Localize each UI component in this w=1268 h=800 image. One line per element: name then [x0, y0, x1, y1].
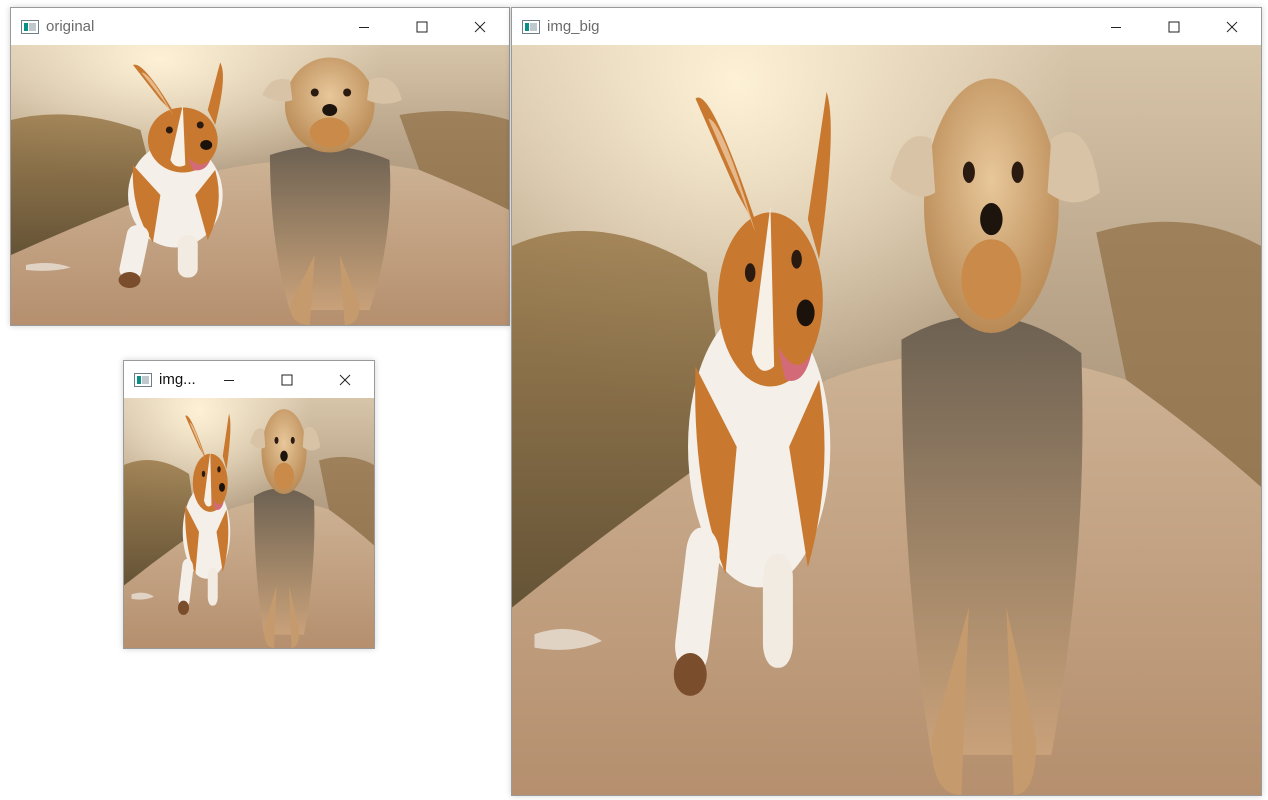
original-image	[11, 45, 509, 325]
two-dogs-running-photo	[124, 398, 374, 648]
close-icon	[474, 21, 486, 32]
opencv-window-icon	[134, 372, 152, 387]
minimize-icon	[224, 379, 234, 381]
minimize-button[interactable]	[335, 8, 393, 45]
small-window-title: img...	[159, 371, 196, 388]
maximize-icon	[416, 21, 428, 32]
two-dogs-running-photo	[11, 45, 509, 325]
small-titlebar[interactable]: img...	[124, 361, 374, 398]
big-titlebar[interactable]: img_big	[512, 8, 1261, 45]
minimize-button[interactable]	[200, 361, 258, 398]
maximize-icon	[1168, 21, 1180, 32]
close-icon	[339, 374, 351, 385]
original-titlebar[interactable]: original	[11, 8, 509, 45]
close-button[interactable]	[1203, 8, 1261, 45]
big-image-window[interactable]: img_big	[511, 7, 1262, 796]
close-button[interactable]	[451, 8, 509, 45]
big-window-title: img_big	[547, 18, 600, 35]
two-dogs-running-photo	[512, 45, 1261, 795]
opencv-window-icon	[21, 19, 39, 34]
maximize-button[interactable]	[258, 361, 316, 398]
original-window-title: original	[46, 18, 95, 35]
opencv-window-icon	[522, 19, 540, 34]
original-window[interactable]: original	[10, 7, 510, 326]
minimize-button[interactable]	[1087, 8, 1145, 45]
maximize-button[interactable]	[1145, 8, 1203, 45]
close-button[interactable]	[316, 361, 374, 398]
small-image-window[interactable]: img...	[123, 360, 375, 649]
minimize-icon	[1111, 26, 1121, 28]
minimize-icon	[359, 26, 369, 28]
maximize-icon	[281, 374, 293, 385]
maximize-button[interactable]	[393, 8, 451, 45]
small-image	[124, 398, 374, 648]
close-icon	[1226, 21, 1238, 32]
big-image	[512, 45, 1261, 795]
